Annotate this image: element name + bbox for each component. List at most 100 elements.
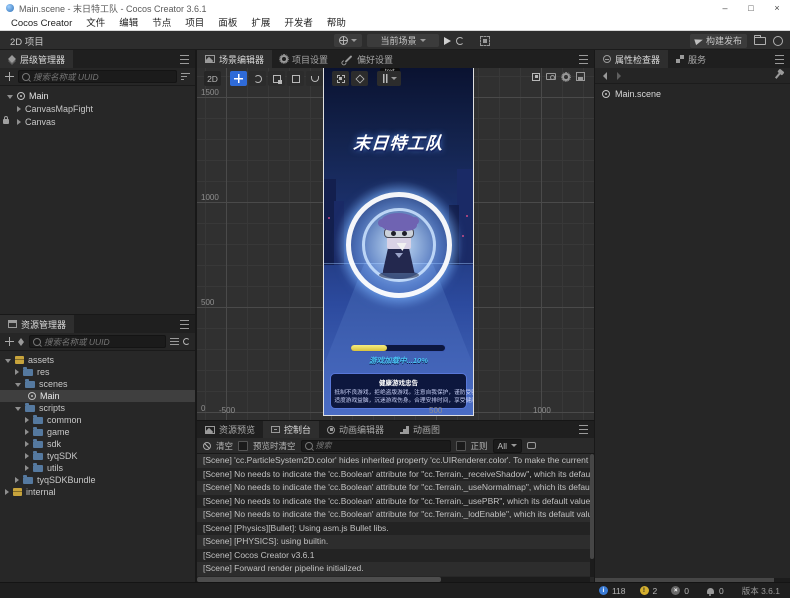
asset-row-tyqsdk[interactable]: tyqSDK [0,450,195,462]
pivot-toggle-button[interactable] [332,71,349,86]
asset-row-assets[interactable]: assets [0,354,195,366]
pin-icon[interactable] [775,72,781,79]
scene-viewport[interactable]: 1500 1000 500 0 -500 500 1000 text [197,68,594,420]
hierarchy-node-canvasmapfight[interactable]: CanvasMapFight [0,102,195,115]
regex-checkbox[interactable] [456,441,466,451]
asset-row-scripts[interactable]: scripts [0,402,195,414]
asset-row-game[interactable]: game [0,426,195,438]
info-count-icon[interactable] [599,586,608,595]
menu-help[interactable]: 帮助 [320,16,353,31]
log-entry[interactable]: [Scene] [Physics][Bullet]: Using asm.js … [197,522,590,536]
lock-icon[interactable] [3,119,9,124]
asset-row-tyqsdkbundle[interactable]: tyqSDKBundle [0,474,195,486]
tab-hierarchy[interactable]: 层级管理器 [0,50,73,68]
chevron-down-icon[interactable] [7,95,13,99]
warning-count-icon[interactable] [640,586,649,595]
console-vertical-scrollbar[interactable] [590,454,594,577]
preview-device-button[interactable] [334,34,362,47]
panel-menu-icon[interactable] [180,55,189,64]
history-forward-button[interactable] [617,72,621,80]
menu-panel[interactable]: 面板 [211,16,244,31]
clear-console-label[interactable]: 清空 [216,440,233,452]
grid-visibility-icon[interactable] [532,73,540,81]
account-icon[interactable] [773,36,783,46]
chevron-right-icon[interactable] [17,106,21,112]
log-entry[interactable]: [Scene] No needs to indicate the 'cc.Boo… [197,481,590,495]
create-node-button[interactable] [5,72,14,81]
gear-icon[interactable] [562,73,570,81]
panel-menu-icon[interactable] [579,55,588,64]
chevron-right-icon[interactable] [15,369,19,375]
history-back-button[interactable] [603,72,607,80]
tab-console[interactable]: 控制台 [263,421,319,438]
log-entry[interactable]: [Scene] No needs to indicate the 'cc.Boo… [197,495,590,509]
error-count-icon[interactable] [671,586,680,595]
maximize-button[interactable]: □ [738,0,764,16]
asset-row-res[interactable]: res [0,366,195,378]
chevron-right-icon[interactable] [25,441,29,447]
filter-icon[interactable] [181,73,190,80]
asset-row-sdk[interactable]: sdk [0,438,195,450]
log-entry[interactable]: [Scene] No needs to indicate the 'cc.Boo… [197,508,590,522]
panel-menu-icon[interactable] [775,55,784,64]
refresh-assets-icon[interactable] [183,338,190,345]
tab-animation-editor[interactable]: 动画编辑器 [319,421,392,438]
play-button[interactable] [444,37,451,45]
panel-menu-icon[interactable] [180,320,189,329]
create-asset-button[interactable] [5,337,14,346]
log-entry[interactable]: [Scene] No needs to indicate the 'cc.Boo… [197,468,590,482]
tab-inspector[interactable]: 属性检查器 [595,50,668,68]
tab-services[interactable]: 服务 [668,50,714,68]
rect-tool-button[interactable] [287,71,304,86]
gizmo-tool-button[interactable] [306,71,323,86]
clear-on-preview-checkbox[interactable] [238,441,248,451]
log-level-dropdown[interactable]: All [493,439,522,453]
log-entry[interactable]: [Scene] Forward render pipeline initiali… [197,562,590,576]
chevron-right-icon[interactable] [5,489,9,495]
open-project-folder-icon[interactable] [754,37,766,45]
step-frame-button[interactable] [480,36,490,46]
menu-node[interactable]: 节点 [145,16,178,31]
menu-developer[interactable]: 开发者 [277,16,320,31]
collapse-logs-icon[interactable] [527,442,536,449]
close-button[interactable]: × [764,0,790,16]
view-mode-2d-button[interactable]: 2D [204,71,221,86]
tab-project-settings[interactable]: 项目设置 [272,50,336,68]
assets-search-box[interactable] [29,335,166,348]
chevron-right-icon[interactable] [17,119,21,125]
asset-row-common[interactable]: common [0,414,195,426]
chevron-down-icon[interactable] [5,359,11,363]
minimize-button[interactable]: – [712,0,738,16]
hierarchy-node-main[interactable]: Main [0,89,195,102]
refresh-button[interactable] [456,37,464,45]
chevron-right-icon[interactable] [25,465,29,471]
menu-project[interactable]: 项目 [178,16,211,31]
rotate-tool-button[interactable] [249,71,266,86]
assets-search-input[interactable] [44,337,162,347]
console-search-box[interactable] [301,440,451,452]
list-view-icon[interactable] [170,338,179,345]
log-entry[interactable]: [Scene] [PHYSICS]: using builtin. [197,535,590,549]
game-canvas[interactable]: text 末日特工队 [323,68,474,416]
menu-edit[interactable]: 编辑 [112,16,145,31]
asset-row-main-scene[interactable]: Main [0,390,195,402]
menu-cocos-creator[interactable]: Cocos Creator [4,16,79,31]
tab-scene-editor[interactable]: 场景编辑器 [197,50,272,68]
console-log-list[interactable]: [Scene] 'cc.ParticleSystem2D.color' hide… [197,454,590,577]
chevron-right-icon[interactable] [25,453,29,459]
asset-row-internal[interactable]: internal [0,486,195,498]
chevron-right-icon[interactable] [25,429,29,435]
asset-row-utils[interactable]: utils [0,462,195,474]
inspector-scene-item[interactable]: Main.scene [595,87,790,101]
asset-row-scenes[interactable]: scenes [0,378,195,390]
sort-icon[interactable] [18,338,25,346]
tab-animation-graph[interactable]: 动画图 [392,421,448,438]
hierarchy-node-canvas[interactable]: Canvas [0,115,195,128]
move-tool-button[interactable] [230,71,247,86]
tab-preferences[interactable]: 偏好设置 [336,50,401,68]
notification-bell-icon[interactable] [707,588,714,594]
chevron-right-icon[interactable] [25,417,29,423]
camera-icon[interactable] [546,73,556,80]
save-view-icon[interactable] [576,72,585,81]
menu-file[interactable]: 文件 [79,16,112,31]
